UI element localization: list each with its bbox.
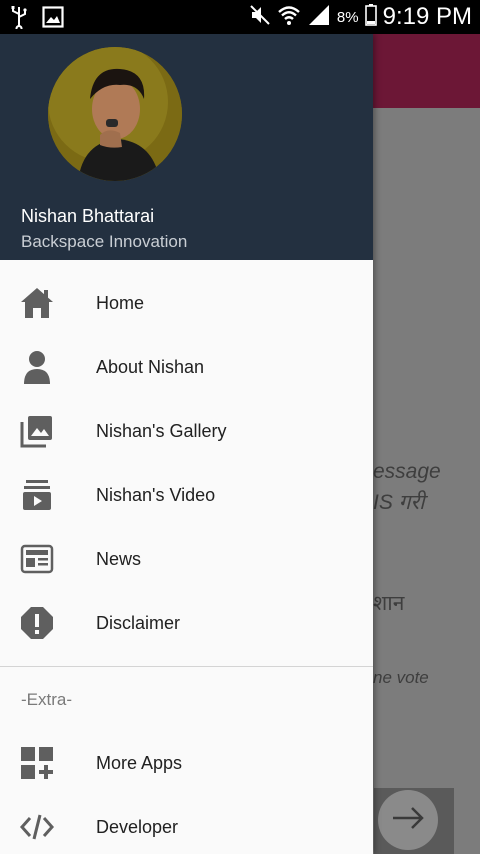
clock: 9:19 PM: [382, 3, 472, 30]
background-text: IS गरी: [373, 491, 425, 514]
menu-item-label: Home: [96, 293, 145, 313]
menu-item-label: More Apps: [96, 753, 183, 773]
video-icon: [18, 477, 56, 513]
menu-item-home[interactable]: Home: [0, 271, 373, 335]
alert-icon: [18, 605, 56, 641]
status-bar: 8% 9:19 PM: [0, 0, 480, 34]
menu-item-label: Disclaimer: [96, 613, 181, 633]
gallery-icon: [18, 413, 56, 449]
code-icon: [18, 809, 56, 845]
menu-item-label: News: [96, 549, 142, 569]
background-text: essage: [373, 460, 441, 483]
menu-item-label: Nishan's Video: [96, 485, 216, 505]
home-icon: [18, 285, 56, 321]
menu-item-developer[interactable]: Developer: [0, 795, 373, 854]
menu-item-video[interactable]: Nishan's Video: [0, 463, 373, 527]
battery-icon: [364, 3, 377, 31]
menu-item-news[interactable]: News: [0, 527, 373, 591]
menu-item-gallery[interactable]: Nishan's Gallery: [0, 399, 373, 463]
menu-item-label: Developer: [96, 817, 179, 837]
divider: [0, 666, 373, 667]
signal-icon: [307, 4, 331, 31]
menu-item-label: Nishan's Gallery: [96, 421, 227, 441]
avatar: [48, 47, 182, 181]
news-icon: [18, 541, 56, 577]
menu-item-about[interactable]: About Nishan: [0, 335, 373, 399]
image-icon: [42, 6, 64, 33]
arrow-right-icon: [391, 806, 425, 835]
section-title-extra: -Extra-: [21, 690, 72, 709]
menu-item-more-apps[interactable]: More Apps: [0, 731, 373, 795]
drawer-header: Nishan Bhattarai Backspace Innovation: [0, 34, 373, 260]
background-text: शान: [373, 592, 405, 615]
menu-item-label: About Nishan: [96, 357, 205, 377]
usb-icon: [10, 5, 28, 34]
user-name: Nishan Bhattarai: [21, 206, 155, 226]
wifi-icon: [277, 4, 301, 31]
battery-percent: 8%: [336, 8, 359, 26]
more-apps-icon: [18, 745, 56, 781]
user-subtitle: Backspace Innovation: [21, 232, 188, 251]
navigation-drawer: Nishan Bhattarai Backspace Innovation Ho…: [0, 34, 373, 854]
next-button: [378, 790, 438, 850]
mute-icon: [249, 4, 271, 31]
background-text: ne vote: [373, 668, 429, 687]
menu-item-disclaimer[interactable]: Disclaimer: [0, 591, 373, 655]
person-icon: [18, 349, 56, 385]
